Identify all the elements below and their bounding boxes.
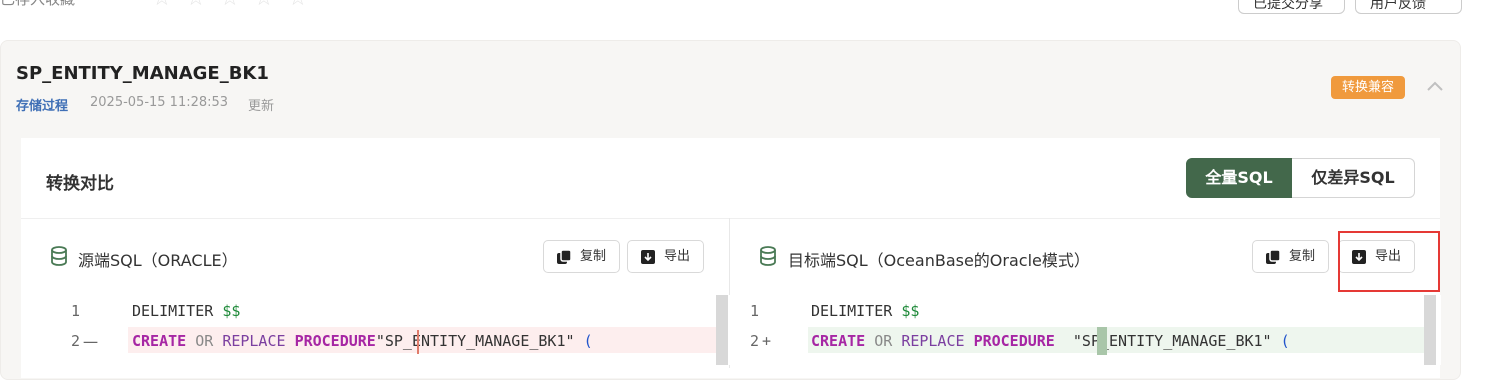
diff-marker (417, 330, 419, 354)
code-token: OR (195, 332, 214, 350)
tab-diff-sql[interactable]: 仅差异SQL (1292, 158, 1415, 198)
database-icon (759, 246, 777, 266)
top-bar: 已存入收藏 ☆ ☆ ☆ ☆ ☆ 已提交分享 用户反馈 (0, 0, 1499, 24)
star-icon[interactable]: ☆ (186, 0, 206, 11)
status-badge: 转换兼容 (1331, 76, 1405, 99)
copy-label: 复制 (580, 249, 607, 264)
code-line: CREATE OR REPLACE PROCEDURE"SP_ENTITY_MA… (132, 332, 593, 350)
export-label: 导出 (664, 249, 691, 264)
highlight-box (1338, 231, 1440, 292)
code-token: CREATE (132, 332, 187, 350)
code-line: DELIMITER $$ (132, 302, 240, 320)
line-number: 1 (71, 302, 81, 320)
source-export-button[interactable]: 导出 (627, 240, 704, 273)
line-number: 1 (750, 302, 760, 320)
deleted-marker: 一 (83, 334, 99, 352)
code-token: DELIMITER (132, 302, 214, 320)
code-token: PROCEDURE (973, 332, 1055, 350)
diff-marker (1097, 327, 1107, 355)
code-token: REPLACE (222, 332, 286, 350)
object-title: SP_ENTITY_MANAGE_BK1 (16, 63, 269, 84)
source-copy-button[interactable]: 复制 (543, 240, 620, 273)
line-number: 2 (71, 332, 81, 350)
chevron-up-icon[interactable] (1426, 78, 1444, 92)
share-button[interactable]: 已提交分享 (1238, 0, 1345, 14)
code-token: PROCEDURE (294, 332, 376, 350)
code-token: ( (1280, 332, 1290, 350)
collection-status: 已存入收藏 (0, 0, 75, 9)
code-token: $$ (222, 302, 241, 320)
object-type[interactable]: 存储过程 (16, 95, 68, 114)
code-token: CREATE (811, 332, 866, 350)
star-icon[interactable]: ☆ (254, 0, 274, 11)
feedback-button[interactable]: 用户反馈 (1355, 0, 1462, 14)
copy-icon (557, 249, 572, 264)
copy-icon (1266, 249, 1281, 264)
scrollbar[interactable] (1424, 295, 1436, 365)
scrollbar[interactable] (716, 295, 728, 365)
share-button-label: 已提交分享 (1253, 0, 1323, 12)
added-marker: + (762, 332, 772, 350)
star-icon[interactable]: ☆ (220, 0, 240, 11)
code-token: $$ (901, 302, 920, 320)
code-token: DELIMITER (811, 302, 893, 320)
compare-title: 转换对比 (46, 174, 114, 194)
database-icon (50, 246, 68, 266)
copy-label: 复制 (1289, 249, 1316, 264)
source-sql-label: 源端SQL（ORACLE） (78, 251, 238, 270)
tab-full-sql[interactable]: 全量SQL (1186, 158, 1292, 198)
update-label: 更新 (248, 99, 275, 114)
star-icon[interactable]: ☆ (152, 0, 172, 11)
object-timestamp: 2025-05-15 11:28:53 (90, 95, 229, 110)
code-token: "SP_ENTITY_MANAGE_BK1" (375, 332, 575, 350)
target-copy-button[interactable]: 复制 (1252, 240, 1329, 273)
star-icon[interactable]: ☆ (288, 0, 308, 11)
code-line: CREATE OR REPLACE PROCEDURE "SP_ENTITY_M… (811, 332, 1290, 350)
export-icon (641, 250, 655, 264)
code-token: REPLACE (901, 332, 965, 350)
code-line: DELIMITER $$ (811, 302, 919, 320)
feedback-button-label: 用户反馈 (1370, 0, 1426, 12)
line-number: 2 (750, 332, 760, 350)
code-token: ( (583, 332, 593, 350)
divider (21, 218, 1440, 219)
target-sql-label: 目标端SQL（OceanBase的Oracle模式） (788, 251, 1090, 270)
code-token: OR (874, 332, 893, 350)
